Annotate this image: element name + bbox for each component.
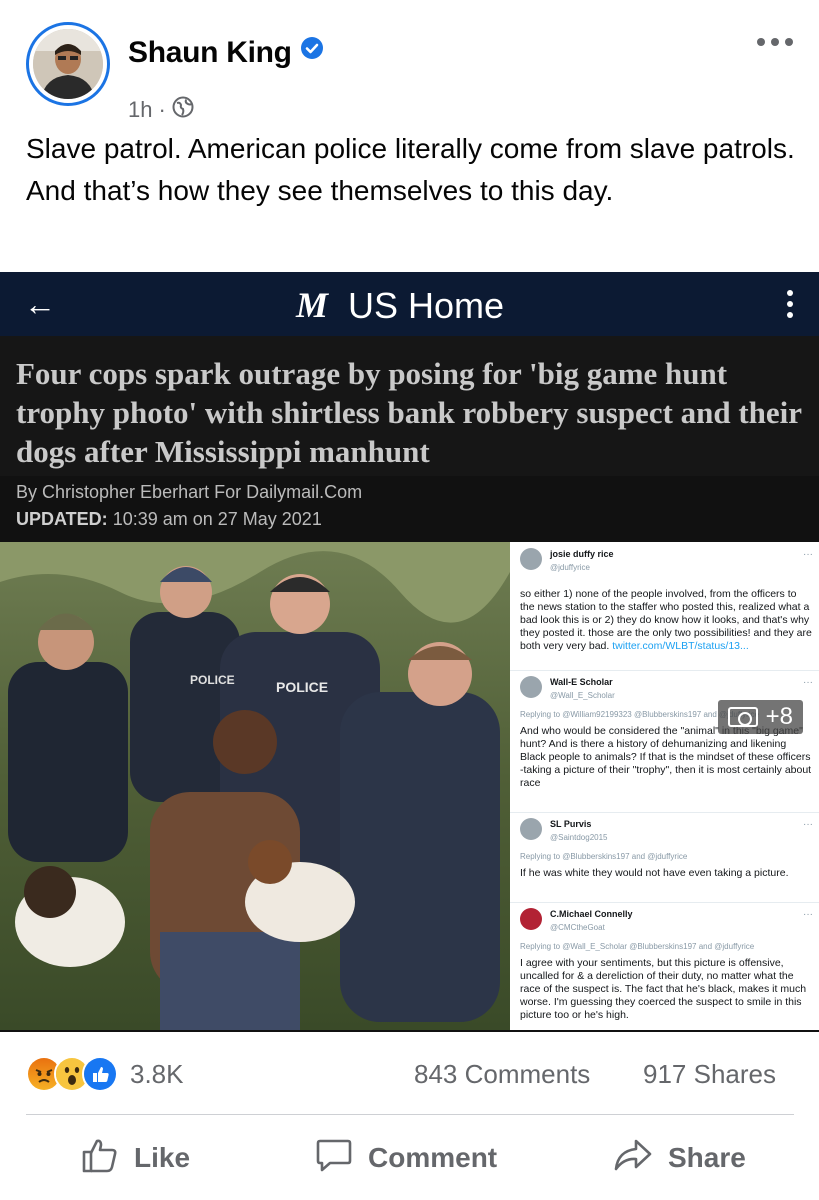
site-logo: M [296,285,329,325]
post-text: Slave patrol. American police literally … [26,133,795,206]
gallery-count: +8 [765,703,793,730]
tweet-divider [510,812,819,813]
meta-dot: · [158,97,166,122]
shares-count[interactable]: 917 Shares [643,1059,776,1090]
like-label: Like [134,1142,191,1173]
reaction-summary[interactable]: 3.8K [26,1056,184,1092]
site-section: US Home [348,285,505,326]
tweet-more-icon: ··· [803,819,813,830]
tweet-name: Wall-E Scholar [550,677,613,687]
post-meta: 1h · [128,96,194,124]
comment-bubble-icon [314,1135,354,1182]
image-site-bar: ← M US Home [0,272,819,336]
tweet-avatar [520,908,542,930]
more-options-icon[interactable] [753,34,793,50]
tweet-name: josie duffy rice [550,549,614,559]
camera-icon [727,707,758,727]
verified-badge-icon [300,34,324,68]
like-reaction-icon [82,1056,118,1092]
tweet-1: ··· josie duffy rice @jduffyrice so eithe… [520,548,813,653]
image-byline: By Christopher Eberhart For Dailymail.Co… [16,482,363,502]
author-avatar[interactable] [26,22,110,106]
tweet-text: And who would be considered the "animal"… [520,725,812,789]
back-arrow-icon: ← [24,286,56,322]
tweet-4: ··· C.Michael Connelly @CMCtheGoat Replyi… [520,908,813,1022]
tweet-reply: Replying to @Wall_E_Scholar @Blubberskin… [520,942,755,951]
news-photo: POLICE POLICE [0,542,510,1030]
vest-label-1: POLICE [190,673,235,687]
tweet-more-icon: ··· [803,909,813,920]
avatar-photo [33,29,103,99]
globe-icon [172,96,194,124]
comments-count[interactable]: 843 Comments [414,1059,590,1090]
tweet-reply: Replying to @Blubberskins197 and @jduffy… [520,852,688,861]
tweet-link: twitter.com/WLBT/status/13... [612,640,749,652]
share-button[interactable]: Share [612,1130,746,1186]
tweet-text: If he was white they would not have even… [520,867,789,879]
tweet-3: ··· SL Purvis @Saintdog2015 Replying to @… [520,818,813,880]
tweet-handle: @jduffyrice [550,563,590,572]
tweet-text: I agree with your sentiments, but this p… [520,957,807,1021]
post-time[interactable]: 1h [128,97,152,123]
tweet-name: C.Michael Connelly [550,909,633,919]
gallery-count-badge[interactable]: +8 [717,700,803,734]
comment-label: Comment [368,1142,498,1173]
author-name-row[interactable]: Shaun King [128,36,324,71]
updated-value: 10:39 am on 27 May 2021 [112,509,322,529]
tweet-body: so either 1) none of the people involved… [520,588,813,653]
kebab-menu-icon [787,290,793,318]
tweet-divider [510,670,819,671]
updated-label: UPDATED: [16,509,108,529]
tweet-avatar [520,676,542,698]
tweet-thread: ··· josie duffy rice @jduffyrice so eithe… [510,542,819,1030]
tweet-handle: @Saintdog2015 [550,833,608,842]
image-headline: Four cops spark outrage by posing for 'b… [16,356,802,469]
image-updated: UPDATED: 10:39 am on 27 May 2021 [16,509,322,530]
tweet-name: SL Purvis [550,819,592,829]
actions-divider [26,1114,794,1115]
share-arrow-icon [612,1135,654,1182]
vest-label-2: POLICE [276,679,328,695]
post-actions: Like Comment Share [0,1130,819,1186]
tweet-divider [510,902,819,903]
reaction-count: 3.8K [130,1058,184,1089]
tweet-avatar [520,548,542,570]
post-header: Shaun King 1h · [26,22,793,122]
like-button[interactable]: Like [80,1130,190,1186]
comment-button[interactable]: Comment [314,1130,497,1186]
post-image[interactable]: ← M US Home Four cops spark outrage by p… [0,272,819,1032]
tweet-handle: @CMCtheGoat [550,923,605,932]
tweet-avatar [520,818,542,840]
share-label: Share [668,1142,746,1173]
tweet-more-icon: ··· [803,677,813,688]
tweet-more-icon: ··· [803,549,813,560]
author-name[interactable]: Shaun King [128,36,292,69]
thumbs-up-icon [80,1135,120,1182]
